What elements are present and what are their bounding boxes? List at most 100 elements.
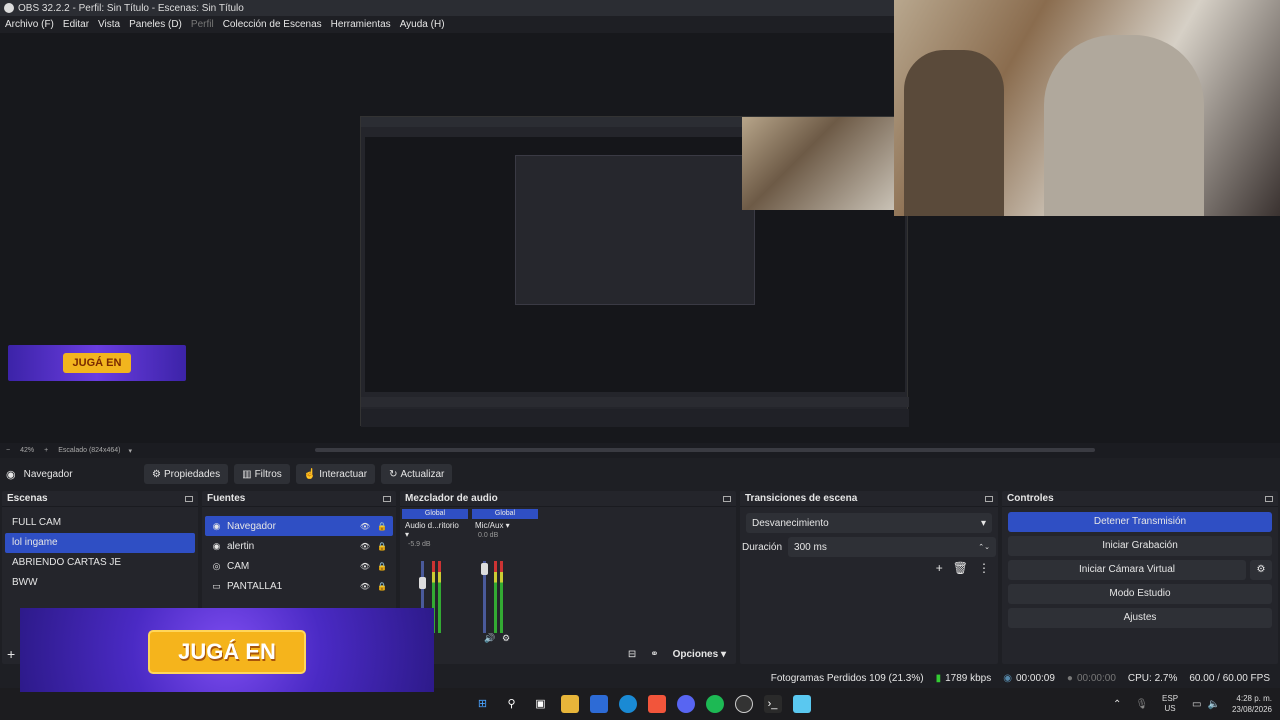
add-transition-icon[interactable]: + xyxy=(936,561,943,575)
menu-paneles[interactable]: Paneles (D) xyxy=(129,19,182,30)
stop-stream-button[interactable]: Detener Transmisión xyxy=(1008,512,1272,532)
stream-icon: ◉ xyxy=(1003,672,1012,684)
virtual-camera-gear-icon[interactable]: ⚙ xyxy=(1250,560,1272,580)
visibility-eye-icon[interactable]: 👁 xyxy=(359,562,371,571)
delete-transition-icon[interactable]: 🗑 xyxy=(953,561,968,575)
link-icon[interactable]: ⚭ xyxy=(650,649,658,660)
scene-item-bww[interactable]: BWW xyxy=(5,573,195,593)
lock-icon[interactable]: 🔒 xyxy=(376,562,388,571)
windows-start-icon[interactable]: ⊞ xyxy=(474,695,492,713)
preview-canvas[interactable]: JUGÁ EN xyxy=(0,0,1280,443)
settings-button[interactable]: Ajustes xyxy=(1008,608,1272,628)
audio-mixer-dock: Mezclador de audio Global Audio d...rito… xyxy=(400,491,736,664)
source-name: alertin xyxy=(227,540,255,552)
menu-editar[interactable]: Editar xyxy=(63,19,89,30)
source-name: Navegador xyxy=(227,520,276,532)
visibility-eye-icon[interactable]: 👁 xyxy=(359,522,371,531)
channel-name[interactable]: Mic/Aux ▾ xyxy=(472,519,538,532)
edge-icon[interactable] xyxy=(618,695,637,713)
lock-icon[interactable]: 🔒 xyxy=(376,522,388,531)
menu-coleccion-escenas[interactable]: Colección de Escenas xyxy=(223,19,322,30)
scale-dropdown-icon[interactable]: ▾ xyxy=(128,447,132,455)
filters-button[interactable]: ▥ Filtros xyxy=(234,464,290,484)
capture-toolbar xyxy=(361,397,909,407)
bitrate: 1789 kbps xyxy=(945,672,992,684)
banner-text: JUGÁ EN xyxy=(148,630,306,674)
add-scene-button[interactable]: + xyxy=(7,646,15,662)
zoom-out-button[interactable]: − xyxy=(6,447,10,454)
menu-herramientas[interactable]: Herramientas xyxy=(331,19,391,30)
menu-archivo[interactable]: Archivo (F) xyxy=(5,19,54,30)
undock-icon[interactable] xyxy=(383,495,391,502)
transition-select[interactable]: Desvanecimiento ▾ xyxy=(746,513,992,533)
mute-speaker-icon[interactable]: 🔊 xyxy=(484,633,495,644)
preview-banner: JUGÁ EN xyxy=(8,345,186,381)
virtual-camera-button[interactable]: Iniciar Cámara Virtual xyxy=(1008,560,1246,580)
transition-type: Desvanecimiento xyxy=(752,517,829,529)
sources-title: Fuentes xyxy=(207,493,246,504)
channel-db: -5.9 dB xyxy=(408,541,431,548)
menu-vista[interactable]: Vista xyxy=(98,19,120,30)
volume-icon[interactable]: 🔈 xyxy=(1208,699,1220,710)
mixer-options-button[interactable]: Opciones ▾ xyxy=(673,649,726,660)
language-indicator[interactable]: ESP US xyxy=(1162,694,1178,714)
menu-ayuda[interactable]: Ayuda (H) xyxy=(400,19,445,30)
transitions-header: Transiciones de escena xyxy=(740,491,998,507)
source-toolbar: ◉ Navegador ⚙ Propiedades ▥ Filtros ☝ Inter… xyxy=(0,461,1280,487)
undock-icon[interactable] xyxy=(1265,495,1273,502)
interact-button[interactable]: ☝ Interactuar xyxy=(295,464,376,484)
volume-knob[interactable] xyxy=(481,563,488,575)
scene-item-full-cam[interactable]: FULL CAM xyxy=(5,513,195,533)
record-time: 00:00:00 xyxy=(1076,672,1116,684)
obs-logo-icon xyxy=(4,3,14,13)
source-item-alertin[interactable]: ◉ alertin 👁 🔒 xyxy=(205,536,393,556)
source-item-navegador[interactable]: ◉ Navegador 👁 🔒 xyxy=(205,516,393,536)
mic-icon[interactable]: 🎙 xyxy=(1135,699,1148,710)
tray-chevron-icon[interactable]: ⌃ xyxy=(1113,699,1121,710)
undock-icon[interactable] xyxy=(185,495,193,502)
lock-icon[interactable]: 🔒 xyxy=(376,582,388,591)
undock-icon[interactable] xyxy=(985,495,993,502)
brave-icon[interactable] xyxy=(647,695,666,713)
discord-icon[interactable] xyxy=(676,695,695,713)
cpu-usage: CPU: 2.7% xyxy=(1127,672,1178,684)
person-right-image xyxy=(1044,35,1204,216)
layout-icon[interactable]: ⊟ xyxy=(628,649,636,660)
duration-spinbox[interactable]: 300 ms ⌃⌄ xyxy=(788,537,996,557)
channel-name[interactable]: Audio d...ritorio ▾ xyxy=(402,519,468,541)
visibility-eye-icon[interactable]: 👁 xyxy=(359,542,371,551)
search-icon[interactable]: ⚲ xyxy=(503,695,521,713)
undock-icon[interactable] xyxy=(723,495,731,502)
capture-nested-preview xyxy=(515,155,755,305)
start-recording-button[interactable]: Iniciar Grabación xyxy=(1008,536,1272,556)
scene-item-abriendo-cartas[interactable]: ABRIENDO CARTAS JE xyxy=(5,553,195,573)
menu-bar: Archivo (F) Editar Vista Paneles (D) Per… xyxy=(0,16,900,33)
terminal-icon[interactable]: ›_ xyxy=(763,695,782,713)
notepad-icon[interactable] xyxy=(792,695,811,713)
channel-gear-icon[interactable]: ⚙ xyxy=(502,633,510,644)
clock[interactable]: 4:28 p. m. 23/08/2026 xyxy=(1232,693,1272,715)
menu-perfil[interactable]: Perfil xyxy=(191,19,214,30)
source-item-pantalla1[interactable]: ▭ PANTALLA1 👁 🔒 xyxy=(205,576,393,596)
more-options-icon[interactable]: ⋮ xyxy=(978,561,990,575)
obs-icon[interactable] xyxy=(734,695,753,713)
file-explorer-icon[interactable] xyxy=(560,695,579,713)
mixer-footer: ⊟ ⚭ Opciones ▾ xyxy=(400,645,736,663)
source-item-cam[interactable]: ◎ CAM 👁 🔒 xyxy=(205,556,393,576)
network-icon[interactable]: ▭ xyxy=(1192,699,1201,710)
volume-knob[interactable] xyxy=(419,577,426,589)
preview-horizontal-scrollbar[interactable] xyxy=(315,448,1095,452)
monitor-icon: ▭ xyxy=(212,580,221,591)
store-icon[interactable] xyxy=(589,695,608,713)
zoom-in-button[interactable]: + xyxy=(44,447,48,454)
spotify-icon[interactable] xyxy=(705,695,724,713)
spin-arrows-icon[interactable]: ⌃⌄ xyxy=(978,543,990,551)
refresh-button[interactable]: ↻ Actualizar xyxy=(381,464,453,484)
properties-button[interactable]: ⚙ Propiedades xyxy=(144,464,229,484)
scene-item-lol-ingame[interactable]: lol ingame xyxy=(5,533,195,553)
studio-mode-button[interactable]: Modo Estudio xyxy=(1008,584,1272,604)
task-view-icon[interactable]: ▣ xyxy=(532,695,550,713)
visibility-eye-icon[interactable]: 👁 xyxy=(359,582,371,591)
clock-time: 4:28 p. m. xyxy=(1236,694,1272,703)
lock-icon[interactable]: 🔒 xyxy=(376,542,388,551)
